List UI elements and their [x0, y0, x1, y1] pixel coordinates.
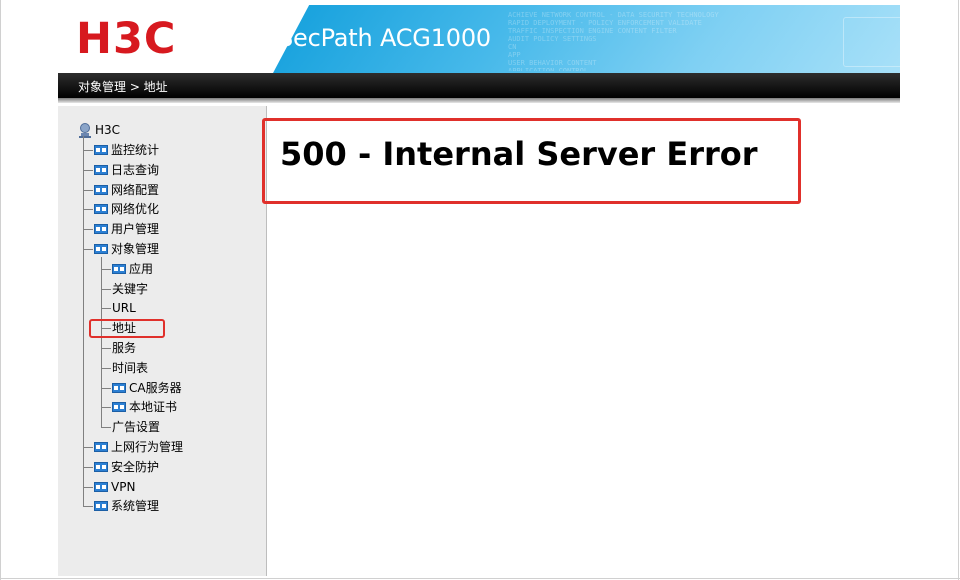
tree-item[interactable]: 监控统计	[94, 141, 159, 159]
tree-root-label: H3C	[95, 123, 121, 137]
tree-item-label: 系统管理	[111, 499, 160, 514]
tree-item[interactable]: 上网行为管理	[94, 438, 183, 456]
tree-item-label: URL	[112, 301, 136, 316]
tree-connector-line	[101, 407, 111, 409]
tree-item-label: 网络配置	[111, 182, 160, 197]
tree-connector-line	[83, 466, 93, 468]
window-border-right	[958, 0, 959, 580]
tree-connector-line	[83, 189, 93, 191]
tree-item[interactable]: 网络优化	[94, 200, 159, 218]
folder-icon	[112, 382, 126, 393]
tree-connector-line	[101, 367, 111, 369]
tree-item-label: 广告设置	[112, 420, 161, 435]
highlight-selected-item	[89, 319, 165, 338]
tree-item[interactable]: 广告设置	[112, 418, 160, 436]
tree-item-label: 关键字	[112, 281, 149, 296]
tree-item[interactable]: 服务	[112, 339, 136, 357]
tree-item[interactable]: 本地证书	[112, 398, 177, 416]
tree-connector-line	[83, 169, 93, 171]
tree-item[interactable]: CA服务器	[112, 379, 182, 397]
folder-icon	[94, 501, 108, 512]
folder-icon	[94, 184, 108, 195]
tree-item[interactable]: 关键字	[112, 280, 148, 298]
folder-icon	[112, 263, 126, 274]
tree-trunk-line	[83, 136, 84, 507]
tree-item-label: CA服务器	[129, 380, 182, 395]
tree-connector-line	[83, 506, 93, 508]
tree-item-label: 对象管理	[111, 242, 160, 256]
folder-icon	[94, 145, 108, 155]
tree-connector-line	[83, 229, 93, 231]
tree-item[interactable]: URL	[112, 299, 136, 317]
product-name: SecPath ACG1000	[278, 24, 491, 52]
banner-decor-text: ACHIEVE NETWORK CONTROL - DATA SECURITY …	[508, 11, 719, 71]
tree-item-label: 应用	[129, 261, 154, 276]
folder-icon	[94, 224, 108, 235]
tree-item[interactable]: VPN	[94, 478, 135, 496]
tree-item[interactable]: 网络配置	[94, 181, 159, 199]
folder-icon	[94, 164, 108, 175]
folder-icon	[112, 402, 126, 413]
tree-item-label: VPN	[111, 479, 136, 494]
tree-connector-line	[101, 288, 111, 290]
tree-item-label: 用户管理	[111, 222, 160, 237]
tree-item[interactable]: 对象管理	[94, 240, 159, 258]
tree-connector-line	[101, 387, 111, 389]
tree-item[interactable]: 安全防护	[94, 458, 159, 476]
tree-item-label: 安全防护	[111, 459, 160, 474]
tree-item-label: 本地证书	[129, 400, 178, 415]
tree-item[interactable]: 系统管理	[94, 497, 159, 515]
tree-item[interactable]: 用户管理	[94, 220, 159, 238]
error-message: 500 - Internal Server Error	[280, 135, 758, 173]
tree-item-label: 监控统计	[111, 143, 160, 157]
tree-branch-line	[101, 257, 102, 428]
tree-connector-line	[83, 249, 93, 250]
tree-item[interactable]: 时间表	[112, 359, 148, 377]
tree-connector-line	[83, 209, 93, 211]
tree-item-label: 上网行为管理	[111, 440, 184, 454]
folder-open-icon	[94, 244, 108, 254]
tree-item-label: 服务	[112, 341, 137, 355]
tree-root-h3c[interactable]: H3C	[78, 121, 120, 139]
nav-tree: H3C 监控统计 日志查询 网络配置 网络优化 用户管理 对象管理 应用 关键字 URL 地址 服务…	[0, 0, 270, 580]
tree-item-label: 日志查询	[111, 162, 160, 177]
tree-connector-line	[101, 348, 111, 349]
banner-decor-box	[843, 17, 900, 67]
tree-connector-line	[101, 268, 111, 270]
folder-icon	[94, 204, 108, 215]
computer-icon	[79, 122, 91, 138]
tree-connector-line	[83, 447, 93, 448]
folder-icon	[94, 461, 108, 472]
tree-connector-line	[101, 427, 111, 429]
tree-connector-line	[101, 308, 111, 310]
error-highlight-box: 500 - Internal Server Error	[262, 118, 801, 204]
tree-item-label: 时间表	[112, 360, 149, 375]
folder-icon	[94, 442, 108, 452]
tree-connector-line	[83, 150, 93, 151]
tree-item[interactable]: 日志查询	[94, 161, 159, 179]
tree-item-label: 网络优化	[111, 202, 160, 217]
tree-connector-line	[83, 486, 93, 488]
folder-icon	[94, 481, 108, 492]
tree-item[interactable]: 应用	[112, 260, 153, 278]
